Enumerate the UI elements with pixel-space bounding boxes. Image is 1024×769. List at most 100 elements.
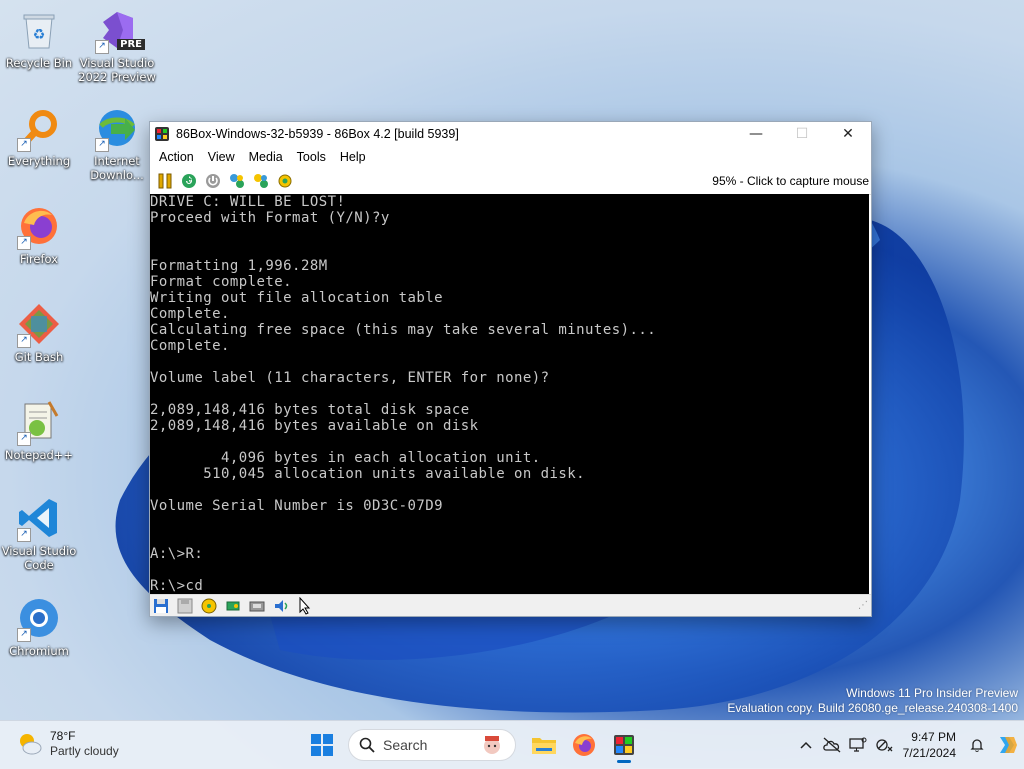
notification-bell-icon[interactable]	[964, 733, 990, 757]
display-icon[interactable]	[845, 733, 871, 757]
watermark-line-2: Evaluation copy. Build 26080.ge_release.…	[727, 701, 1018, 715]
emulator-window: 86Box-Windows-32-b5939 - 86Box 4.2 [buil…	[149, 121, 872, 617]
shortcut-arrow-icon: ↗	[17, 236, 31, 250]
window-titlebar[interactable]: 86Box-Windows-32-b5939 - 86Box 4.2 [buil…	[150, 122, 871, 146]
desktop-icon-everything[interactable]: ↗ Everything	[0, 106, 78, 168]
chromium-icon: ↗	[17, 596, 61, 642]
taskbar-86box[interactable]	[604, 727, 644, 763]
clock-time: 9:47 PM	[911, 730, 956, 744]
desktop-icon-git-bash[interactable]: ↗ Git Bash	[0, 302, 78, 364]
shortcut-arrow-icon: ↗	[17, 528, 31, 542]
firefox-icon	[573, 734, 595, 756]
taskbar-search[interactable]: Search	[348, 729, 516, 761]
vscode-icon: ↗	[17, 496, 61, 542]
weather-temperature: 78°F	[50, 729, 76, 743]
git-bash-icon: ↗	[17, 302, 61, 348]
emulator-statusbar: ⋰	[150, 594, 871, 616]
firefox-icon: ↗	[17, 204, 61, 250]
desktop-icon-label: Firefox	[19, 252, 59, 266]
system-tray: 9:47 PM 7/21/2024	[793, 721, 1024, 769]
taskbar-apps: Search	[304, 727, 644, 763]
evaluation-watermark: Windows 11 Pro Insider Preview Evaluatio…	[727, 686, 1018, 716]
desktop-icon-label: Visual Studio Code	[1, 544, 77, 572]
pause-button[interactable]	[156, 172, 174, 190]
desktop-icon-label: Recycle Bin	[5, 56, 73, 70]
shortcut-arrow-icon: ↗	[95, 138, 109, 152]
menu-tools[interactable]: Tools	[290, 150, 333, 164]
desktop-icon-visual-studio-2022[interactable]: PRE ↗ Visual Studio 2022 Preview	[78, 8, 156, 84]
taskbar: 78°F Partly cloudy Search 9:47 PM 7/21/2…	[0, 720, 1024, 769]
start-button[interactable]	[304, 727, 340, 763]
keyboard-cae-icon	[254, 174, 268, 188]
capture-mouse-status[interactable]: 95% - Click to capture mouse	[712, 174, 869, 188]
floppy-drive-icon[interactable]	[152, 598, 170, 614]
taskbar-clock[interactable]: 9:47 PM 7/21/2024	[903, 729, 956, 761]
onedrive-offline-icon[interactable]	[819, 733, 845, 757]
window-title: 86Box-Windows-32-b5939 - 86Box 4.2 [buil…	[176, 127, 459, 141]
internet-download-manager-icon: ↗	[95, 106, 139, 152]
menu-bar: Action View Media Tools Help	[150, 146, 871, 168]
desktop-icon-internet-download-manager[interactable]: ↗ Internet Downlo...	[78, 106, 156, 182]
settings-gear-icon	[278, 174, 292, 188]
ctrl-alt-esc-button[interactable]	[252, 172, 270, 190]
desktop-icon-label: Git Bash	[14, 350, 64, 364]
hard-disk-icon[interactable]	[224, 598, 242, 614]
desktop-icon-label: Everything	[7, 154, 71, 168]
taskbar-firefox[interactable]	[564, 727, 604, 763]
floppy-drive-2-icon[interactable]	[176, 598, 194, 614]
reset-icon	[182, 174, 196, 188]
network-card-icon[interactable]	[248, 598, 266, 614]
preview-badge: PRE	[117, 39, 145, 50]
watermark-line-1: Windows 11 Pro Insider Preview	[846, 686, 1018, 700]
notepadpp-icon: ↗	[17, 400, 61, 446]
power-icon	[206, 174, 220, 188]
maximize-button[interactable]: ☐	[779, 122, 825, 146]
menu-help[interactable]: Help	[333, 150, 373, 164]
menu-view[interactable]: View	[201, 150, 242, 164]
menu-action[interactable]: Action	[152, 150, 201, 164]
desktop-icon-firefox[interactable]: ↗ Firefox	[0, 204, 78, 266]
sound-card-icon[interactable]	[272, 598, 290, 614]
power-button[interactable]	[204, 172, 222, 190]
file-explorer-icon	[532, 738, 556, 754]
desktop-icon-chromium[interactable]: ↗ Chromium	[0, 596, 78, 658]
close-button[interactable]: ✕	[825, 122, 871, 146]
partly-cloudy-icon	[20, 734, 42, 755]
menu-media[interactable]: Media	[242, 150, 290, 164]
svg-text:♻: ♻	[33, 27, 46, 43]
reset-button[interactable]	[180, 172, 198, 190]
keyboard-cad-icon	[230, 174, 244, 188]
toolbar: 95% - Click to capture mouse	[150, 168, 871, 195]
minimize-button[interactable]: —	[733, 122, 779, 146]
settings-button[interactable]	[276, 172, 294, 190]
desktop-icon-vscode[interactable]: ↗ Visual Studio Code	[0, 496, 78, 572]
desktop-icon-notepadpp[interactable]: ↗ Notepad++	[0, 400, 78, 462]
visual-studio-icon: PRE ↗	[95, 8, 145, 54]
shortcut-arrow-icon: ↗	[17, 628, 31, 642]
desktop-icon-recycle-bin[interactable]: ♻ Recycle Bin	[0, 8, 78, 70]
search-highlight-icon	[484, 736, 500, 754]
clock-date: 7/21/2024	[902, 746, 956, 760]
mouse-cursor-icon	[296, 596, 314, 615]
copilot-icon[interactable]	[990, 733, 1024, 757]
desktop-icon-label: Chromium	[9, 644, 69, 658]
desktop-icon-label: Notepad++	[4, 448, 74, 462]
cdrom-drive-icon[interactable]	[200, 598, 218, 614]
show-hidden-icons-chevron-up-icon[interactable]	[793, 733, 819, 757]
resize-grip-icon[interactable]: ⋰	[858, 600, 868, 611]
network-status-icon[interactable]	[871, 733, 897, 757]
weather-widget[interactable]: 78°F Partly cloudy	[16, 729, 119, 759]
shortcut-arrow-icon: ↗	[17, 138, 31, 152]
windows-logo-icon	[311, 734, 333, 756]
taskbar-file-explorer[interactable]	[524, 727, 564, 763]
ctrl-alt-del-button[interactable]	[228, 172, 246, 190]
shortcut-arrow-icon: ↗	[17, 334, 31, 348]
desktop-icon-label: Visual Studio 2022 Preview	[78, 56, 156, 84]
86box-icon	[614, 735, 634, 755]
weather-condition: Partly cloudy	[50, 744, 119, 758]
pause-icon	[158, 173, 172, 189]
everything-search-icon: ↗	[17, 106, 61, 152]
search-icon	[359, 737, 375, 753]
console-output: DRIVE C: WILL BE LOST! Proceed with Form…	[150, 194, 657, 594]
emulator-screen[interactable]: DRIVE C: WILL BE LOST! Proceed with Form…	[150, 194, 869, 594]
